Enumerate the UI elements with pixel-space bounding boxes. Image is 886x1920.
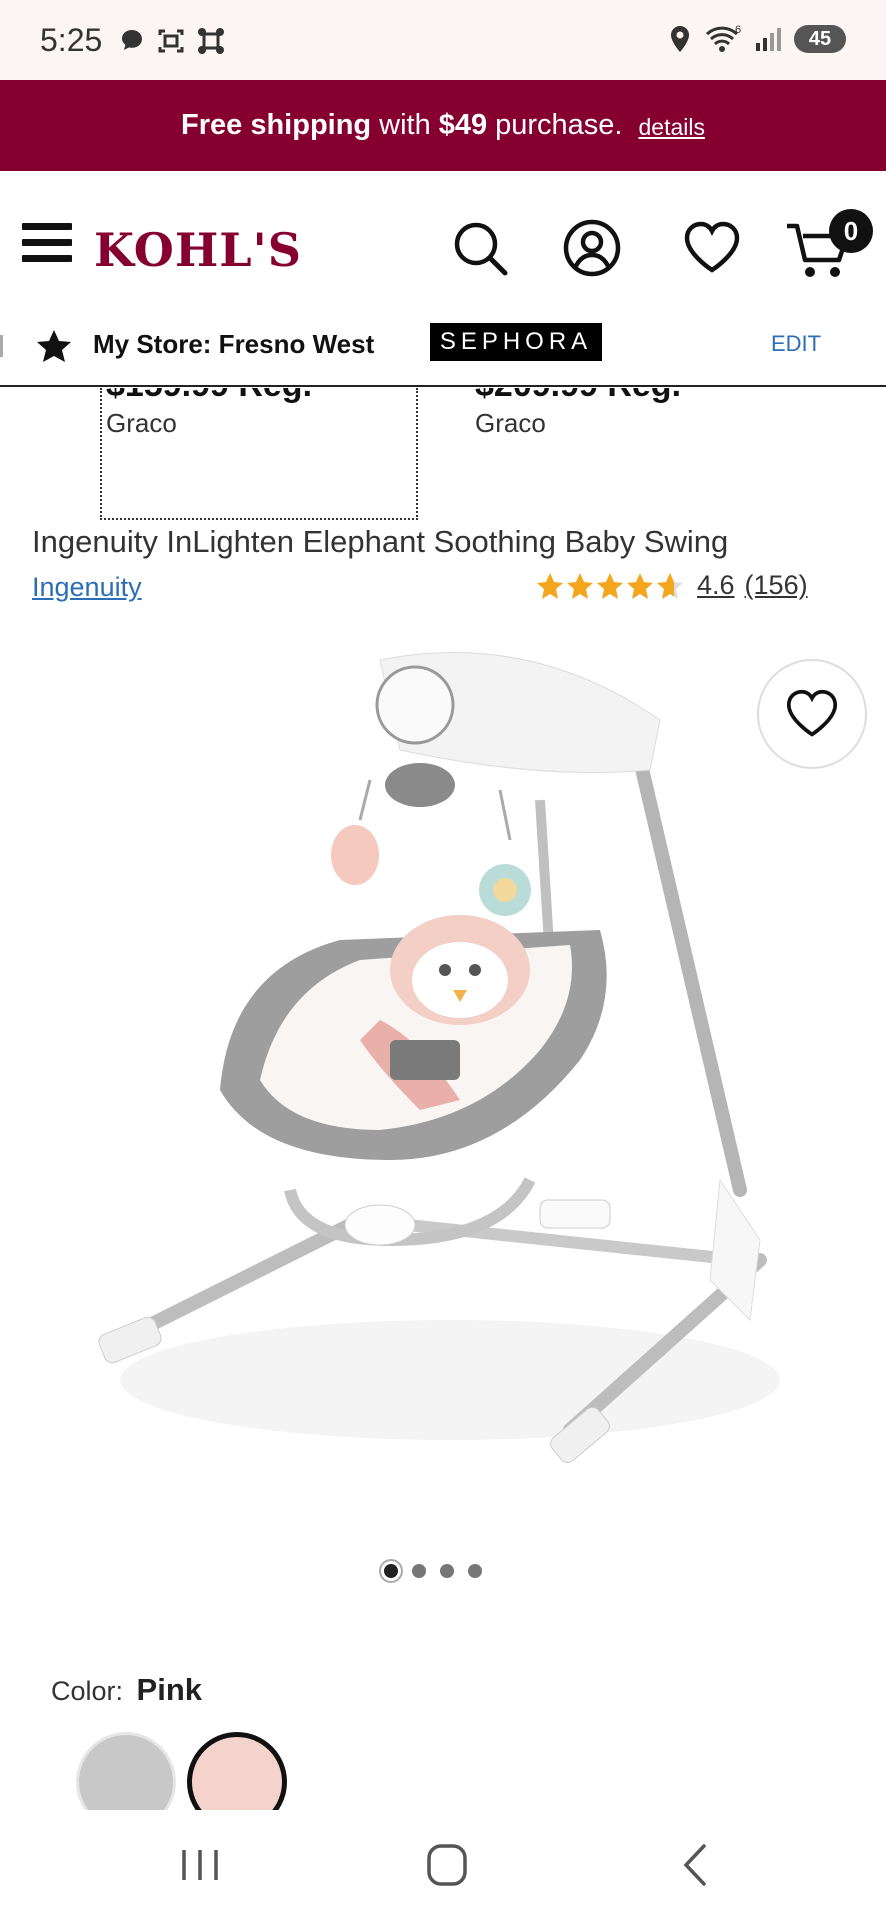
back-icon[interactable] xyxy=(666,1840,726,1890)
star-partial-icon xyxy=(657,572,683,599)
star-icon xyxy=(37,330,71,362)
rating-value[interactable]: 4.6 xyxy=(697,570,735,601)
star-full-icon xyxy=(627,572,653,599)
wifi-icon: 6 xyxy=(705,24,741,52)
recommendation-strip: $159.99 Reg. Graco $209.99 Reg. Graco xyxy=(0,388,886,468)
product-brand-link[interactable]: Ingenuity xyxy=(32,572,142,603)
product-title: Ingenuity InLighten Elephant Soothing Ba… xyxy=(32,524,729,559)
carousel-dot[interactable] xyxy=(440,1564,454,1578)
recommendation-price: $159.99 Reg. xyxy=(106,388,312,405)
promo-details-link[interactable]: details xyxy=(638,114,704,141)
status-system-icons: 6 45 xyxy=(668,24,846,54)
search-icon[interactable] xyxy=(450,218,510,278)
recommendation-brand: Graco xyxy=(106,408,177,438)
location-icon xyxy=(671,26,689,52)
selected-color-value: Pink xyxy=(136,1672,203,1707)
carousel-dot[interactable] xyxy=(412,1564,426,1578)
battery-icon: 45 xyxy=(794,25,846,53)
promo-text: with xyxy=(379,109,431,141)
product-rating[interactable]: 4.6 (156) xyxy=(535,570,808,601)
account-icon[interactable] xyxy=(562,218,622,278)
promo-amount: $49 xyxy=(438,109,488,141)
promo-text-2: purchase. xyxy=(495,109,623,141)
recommendation-brand: Graco xyxy=(475,408,546,438)
star-full-icon xyxy=(567,572,593,599)
color-label: Color: xyxy=(51,1676,124,1706)
menu-icon[interactable] xyxy=(22,223,72,269)
my-store-label[interactable]: My Store: Fresno West xyxy=(93,329,374,360)
color-selector-label: Color: Pink xyxy=(51,1672,202,1708)
store-bar: My Store: Fresno West SEPHORA EDIT xyxy=(0,311,886,387)
rating-stars xyxy=(535,571,685,601)
recent-apps-icon[interactable] xyxy=(170,1840,230,1890)
chat-icon xyxy=(122,30,142,50)
star-full-icon xyxy=(597,572,623,599)
image-carousel-dots xyxy=(384,1564,482,1578)
signal-icon xyxy=(756,28,781,51)
site-header: KOHL'S xyxy=(0,171,886,311)
star-full-icon xyxy=(537,572,563,599)
status-time: 5:25 xyxy=(40,22,103,58)
product-image[interactable] xyxy=(60,640,840,1540)
add-to-wishlist-button[interactable] xyxy=(757,659,867,769)
screenshot-icon xyxy=(158,29,184,53)
status-bar: 5:25 6 45 xyxy=(0,0,886,80)
sephora-badge[interactable]: SEPHORA xyxy=(430,323,602,361)
cart-count-badge: 0 xyxy=(829,209,873,253)
promo-banner: Free shipping with $49 purchase. details xyxy=(0,80,886,171)
status-notification-icons xyxy=(118,26,226,56)
wishlist-icon[interactable] xyxy=(682,218,742,278)
scroll-edge-indicator xyxy=(0,335,3,357)
carousel-dot[interactable] xyxy=(384,1564,398,1578)
promo-bold-text: Free shipping xyxy=(181,109,372,141)
review-count[interactable]: (156) xyxy=(745,570,808,601)
kohls-logo[interactable]: KOHL'S xyxy=(94,223,302,277)
system-navigation-bar xyxy=(0,1810,886,1920)
home-icon[interactable] xyxy=(417,1840,477,1890)
app-icon xyxy=(198,28,224,54)
edit-store-link[interactable]: EDIT xyxy=(771,331,821,357)
network-type-label: 6 xyxy=(735,24,741,36)
recommendation-price: $209.99 Reg. xyxy=(475,388,681,405)
carousel-dot[interactable] xyxy=(468,1564,482,1578)
heart-icon xyxy=(786,689,838,737)
